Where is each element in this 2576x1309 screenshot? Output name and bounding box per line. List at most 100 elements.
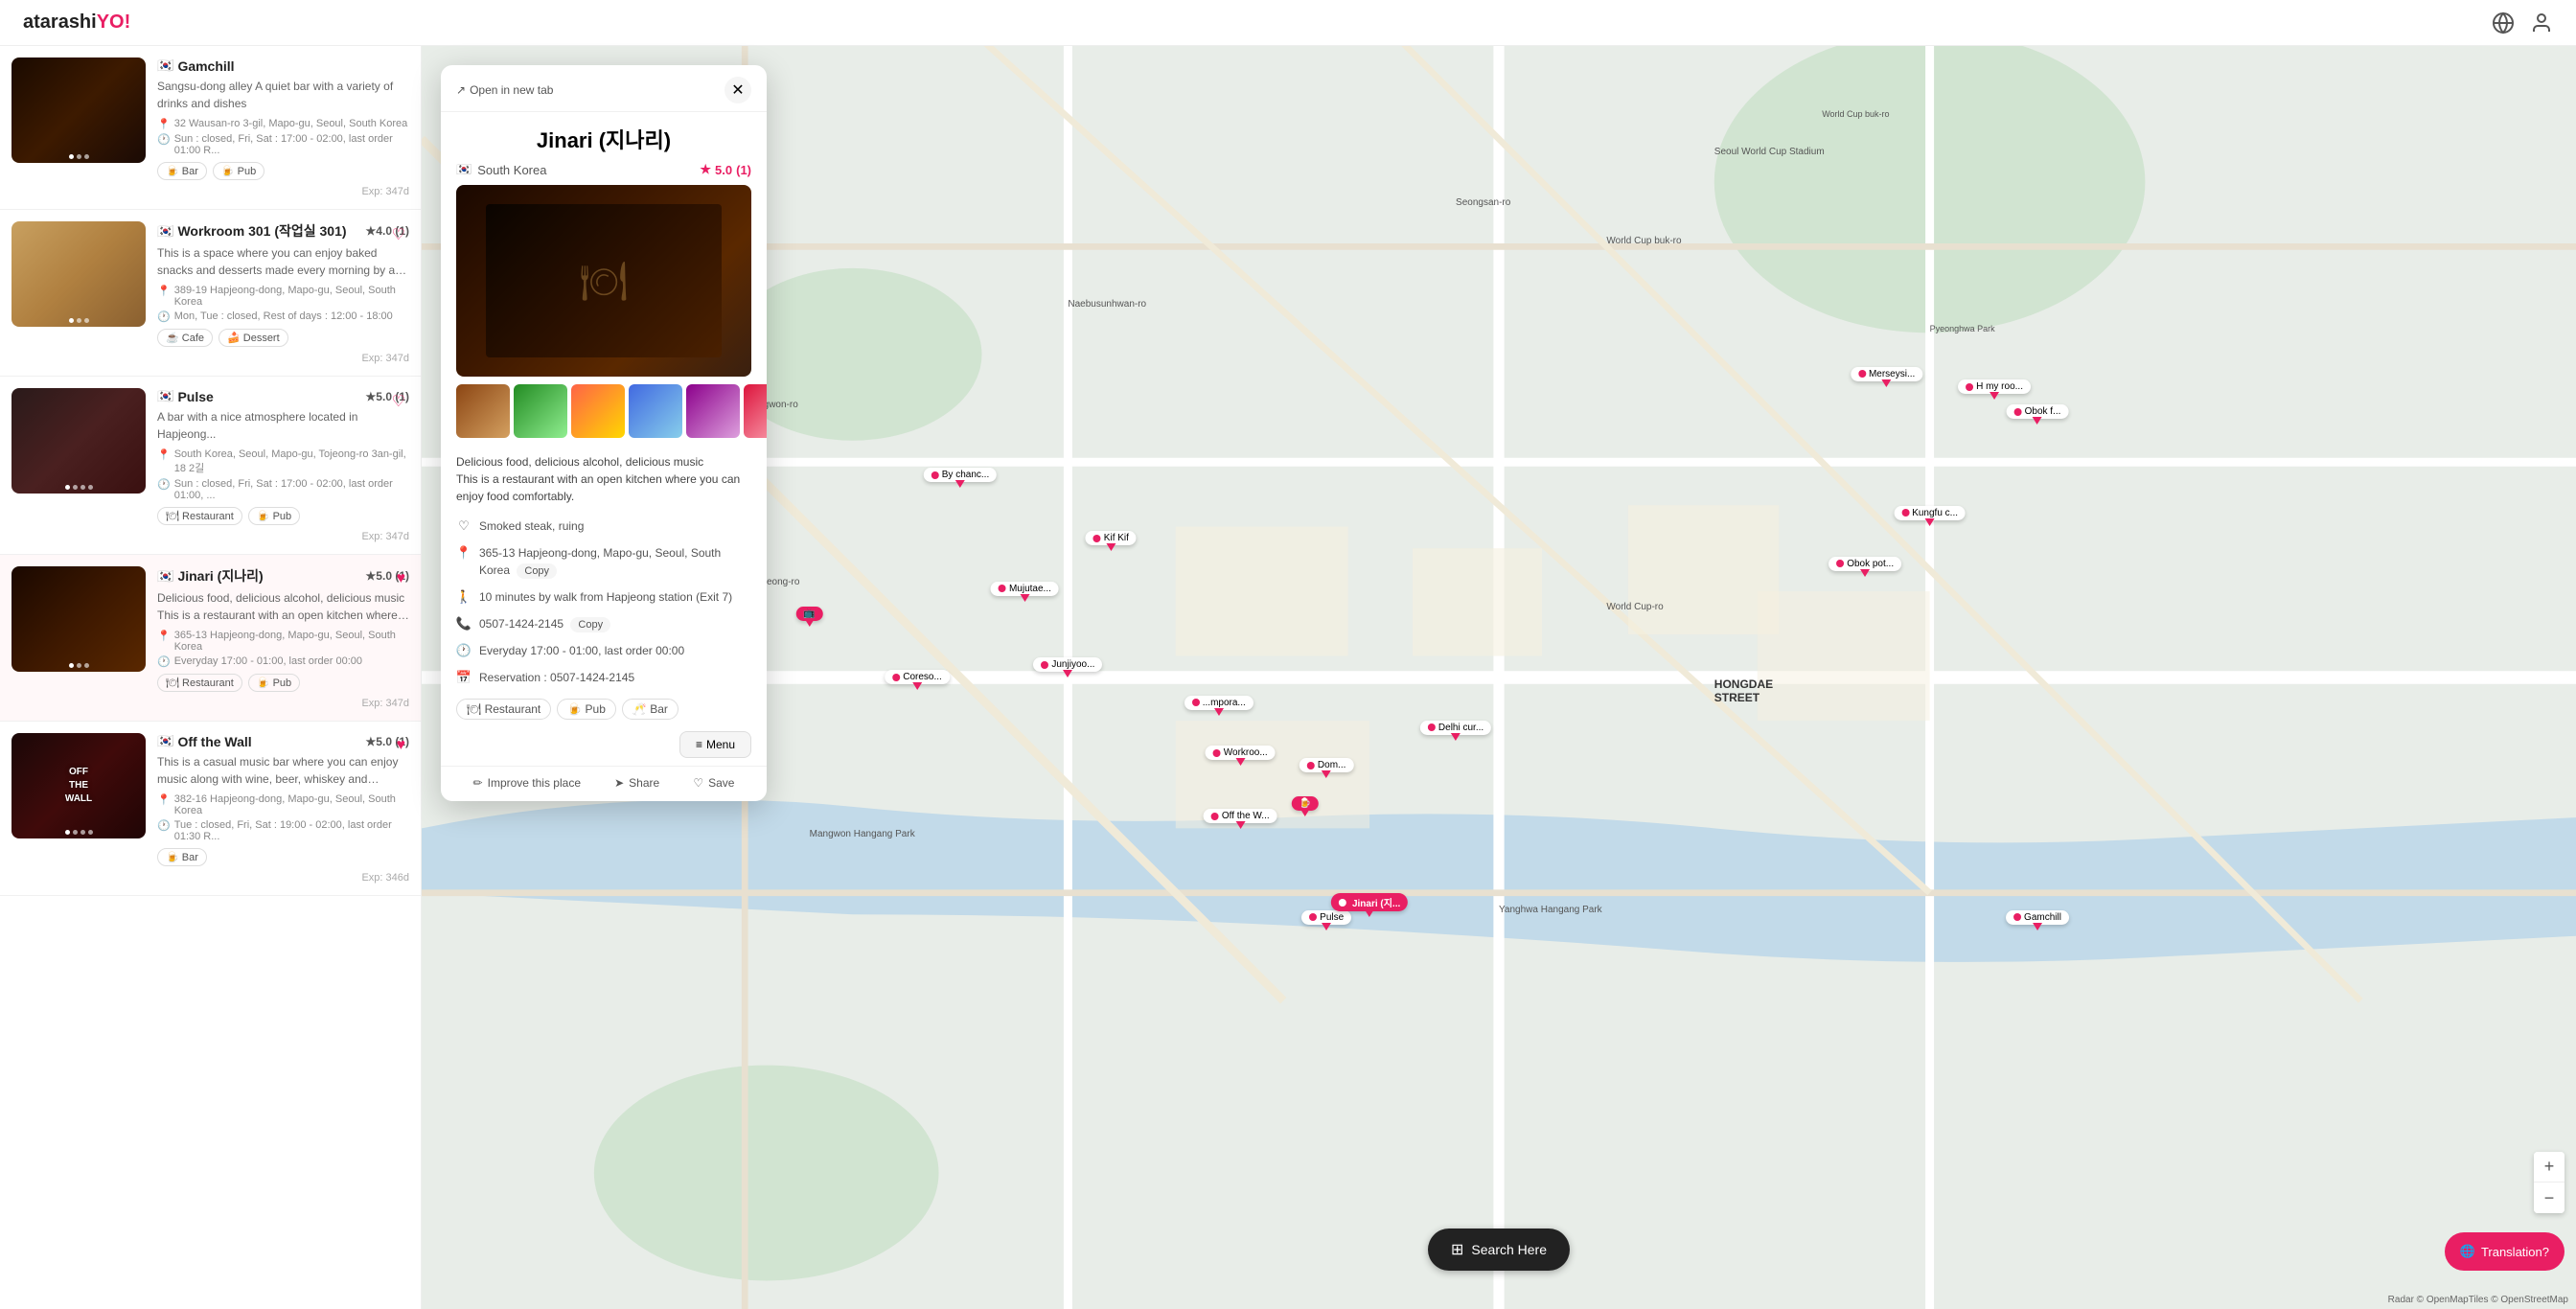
map-pin-domaeb[interactable]: 🍺 [1291,796,1318,816]
map-pin-offwall[interactable]: Off the W... [1204,809,1277,829]
logo-text: atarashiYO! [23,11,130,33]
place-content-offwall: 🇰🇷 Off the Wall ★5.0 (1) This is a casua… [146,733,409,884]
place-card-gamchill[interactable]: 🇰🇷 Gamchill Sangsu-dong alley A quiet ba… [0,46,421,210]
map-pin-hmyroo[interactable]: H my roo... [1958,379,2031,400]
menu-button[interactable]: ≡ Menu [679,731,751,758]
place-hours: 🕐 Sun : closed, Fri, Sat : 17:00 - 02:00… [157,478,409,501]
heart-button-offwall[interactable]: ♥ [397,737,406,754]
place-card-offwall[interactable]: OFFTHEWALL 🇰🇷 Off the Wall ★5.0 (1) This… [0,722,421,896]
place-detail-popup: ↗ Open in new tab ✕ Jinari (지나리) 🇰🇷 Sout… [441,65,767,801]
heart-button-pulse[interactable]: ♡ [392,392,405,411]
map-pin-junjiyoo[interactable]: Junjiyoo... [1033,657,1102,677]
flag: 🇰🇷 [157,733,173,749]
zoom-in-button[interactable]: + [2534,1152,2564,1183]
popup-specialty: ♡ Smoked steak, ruing [441,513,767,540]
popup-transit-row: 🚶 10 minutes by walk from Hapjeong stati… [441,584,767,610]
map-pin-obok[interactable]: Obok pot... [1828,557,1901,577]
popup-thumb-5[interactable] [686,384,740,438]
search-here-button[interactable]: ⊞ Search Here [1428,1229,1570,1271]
place-card-pulse[interactable]: 🇰🇷 Pulse ★5.0 (1) A bar with a nice atmo… [0,377,421,555]
logo: atarashiYO! [23,11,130,34]
popup-address-row: 📍 365-13 Hapjeong-dong, Mapo-gu, Seoul, … [441,540,767,584]
place-hours: 🕐 Tue : closed, Fri, Sat : 19:00 - 02:00… [157,819,409,842]
place-tags: 🍽 Restaurant 🍺 Pub [157,507,409,525]
zoom-out-button[interactable]: − [2534,1183,2564,1213]
translation-button[interactable]: 🌐 Translation? [2445,1232,2564,1271]
save-button[interactable]: ♡ Save [693,776,734,790]
dot [84,318,89,323]
popup-thumb-1[interactable] [456,384,510,438]
flag: 🇰🇷 [157,568,173,585]
open-in-new-tab-button[interactable]: ↗ Open in new tab [456,83,553,97]
map-pin-jinari[interactable]: Jinari (지... [1331,893,1408,917]
place-name: Workroom 301 (작업실 301) [177,221,346,241]
improve-place-button[interactable]: ✏ Improve this place [473,776,581,790]
heart-button-jinari[interactable]: ♥ [397,570,406,587]
popup-country-label: 🇰🇷 South Korea [456,162,546,177]
menu-button-row: ≡ Menu [441,727,767,766]
place-desc: This is a casual music bar where you can… [157,753,409,788]
place-card-workroom[interactable]: 🇰🇷 Workroom 301 (작업실 301) ★4.0 (1) This … [0,210,421,377]
map-pin-coreso[interactable]: Coreso... [885,670,950,690]
dot [77,663,81,668]
map-pin-gamchill[interactable]: Gamchill [2006,910,2069,930]
place-hours: 🕐 Sun : closed, Fri, Sat : 17:00 - 02:00… [157,133,409,156]
map-pin-mujutae[interactable]: Mujutae... [991,582,1059,602]
dot [80,830,85,835]
tag-pub: 🍺 Pub [213,162,264,180]
tag-pub: 🍺 Pub [248,507,300,525]
place-content-workroom: 🇰🇷 Workroom 301 (작업실 301) ★4.0 (1) This … [146,221,409,364]
map-pin-merseysi[interactable]: Merseysi... [1851,367,1922,387]
heart-button-workroom[interactable]: ♡ [392,225,405,244]
image-dots [12,485,146,490]
map-pin-kungfu[interactable]: Kungfu c... [1894,506,1966,526]
place-address: 📍 32 Wausan-ro 3-gil, Mapo-gu, Seoul, So… [157,118,409,130]
map-pin-kifkif[interactable]: Kif Kif [1086,531,1137,551]
map-pin-bychance[interactable]: By chanc... [924,468,997,488]
map-pin-ompora[interactable]: ...mpora... [1184,696,1254,716]
map-pin-obok2[interactable]: Obok f... [2007,404,2069,425]
popup-tag-pub: 🍺 Pub [557,699,616,720]
dot [84,154,89,159]
dot [88,830,93,835]
dot [80,485,85,490]
copy-phone-button[interactable]: Copy [570,617,610,632]
popup-country-row: 🇰🇷 South Korea ★ 5.0 (1) [441,158,767,185]
popup-description: Delicious food, delicious alcohol, delic… [441,446,767,513]
place-image-gamchill [12,57,146,163]
popup-close-button[interactable]: ✕ [724,77,751,103]
popup-reservation-row: 📅 Reservation : 0507-1424-2145 [441,664,767,691]
popup-address-text: 365-13 Hapjeong-dong, Mapo-gu, Seoul, So… [479,544,751,579]
copy-address-button[interactable]: Copy [517,563,557,579]
share-button[interactable]: ➤ Share [614,776,659,790]
map-pin-moil[interactable]: 📺 [795,607,822,627]
place-image-offwall: OFFTHEWALL [12,733,146,838]
place-tags: 🍽 Restaurant 🍺 Pub [157,674,409,692]
translation-icon: 🌐 [2460,1244,2475,1259]
tag-pub: 🍺 Pub [248,674,300,692]
user-icon[interactable] [2530,11,2553,34]
popup-tag-bar: 🥂 Bar [622,699,678,720]
place-card-jinari[interactable]: 🇰🇷 Jinari (지나리) ★5.0 (1) Delicious food,… [0,555,421,722]
popup-thumb-3[interactable] [571,384,625,438]
map-pin-delhicur[interactable]: Delhi cur... [1420,721,1491,741]
map-pin-dom[interactable]: Dom... [1300,758,1353,778]
popup-rating: ★ 5.0 (1) [700,162,751,177]
map-pin-workroom[interactable]: Workroo... [1206,746,1276,766]
popup-thumb-6[interactable] [744,384,767,438]
place-exp: Exp: 347d [157,698,409,709]
logo-highlight: YO! [97,11,131,33]
dot [65,830,70,835]
popup-thumb-4[interactable] [629,384,682,438]
globe-icon[interactable] [2492,11,2515,34]
place-exp: Exp: 346d [157,872,409,884]
main-layout: 🇰🇷 Gamchill Sangsu-dong alley A quiet ba… [0,0,2576,1309]
place-hours: 🕐 Mon, Tue : closed, Rest of days : 12:0… [157,310,409,323]
place-address: 📍 365-13 Hapjeong-dong, Mapo-gu, Seoul, … [157,630,409,653]
popup-thumb-2[interactable] [514,384,567,438]
tag-cafe: ☕ Cafe [157,329,213,347]
share-icon: ➤ [614,776,624,790]
place-address: 📍 South Korea, Seoul, Mapo-gu, Tojeong-r… [157,448,409,475]
phone-icon: 📞 [456,616,472,632]
place-exp: Exp: 347d [157,531,409,542]
